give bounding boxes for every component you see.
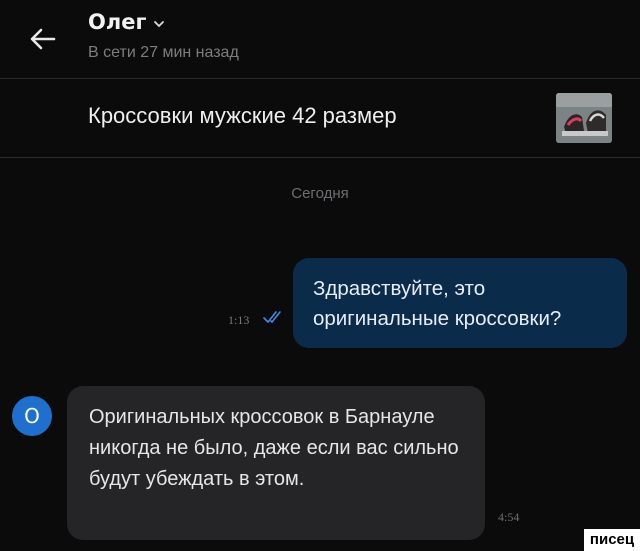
- message-time: 4:54: [498, 510, 520, 524]
- double-check-icon: [262, 309, 288, 325]
- chevron-down-icon: [152, 16, 166, 30]
- back-arrow-icon[interactable]: [26, 22, 60, 56]
- message-time: 1:13: [228, 313, 250, 327]
- contact-name: Олег: [88, 10, 147, 34]
- date-separator: Сегодня: [291, 185, 349, 202]
- watermark: писец: [584, 529, 640, 551]
- incoming-message[interactable]: Оригинальных кроссовок в Барнауле никогд…: [67, 386, 485, 540]
- listing-title: Кроссовки мужские 42 размер: [88, 103, 397, 128]
- contact-title[interactable]: Олег: [88, 10, 166, 34]
- listing-card[interactable]: Кроссовки мужские 42 размер: [0, 79, 640, 157]
- outgoing-message[interactable]: Здравствуйте, это оригинальные кроссовки…: [293, 258, 627, 348]
- message-text: Оригинальных кроссовок в Барнауле никогд…: [89, 406, 459, 490]
- avatar[interactable]: О: [12, 396, 52, 436]
- divider: [0, 157, 640, 158]
- chat-header: Олег В сети 27 мин назад: [0, 0, 640, 78]
- listing-thumbnail[interactable]: [556, 93, 612, 143]
- message-text: Здравствуйте, это оригинальные кроссовки…: [313, 277, 562, 330]
- contact-status: В сети 27 мин назад: [88, 44, 239, 61]
